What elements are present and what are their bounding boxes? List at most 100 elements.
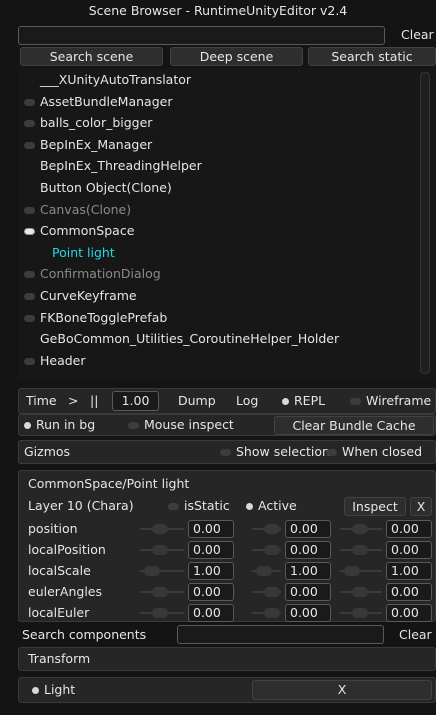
object-path: CommonSpace/Point light <box>28 476 190 491</box>
scene-object-item[interactable]: Point light <box>24 245 115 260</box>
run-in-bg-label: Run in bg <box>36 417 96 432</box>
search-clear-button[interactable]: Clear <box>401 27 434 42</box>
scene-object-item[interactable]: FKBoneTogglePrefab <box>24 310 167 325</box>
transform-value-field[interactable]: 0.00 <box>188 604 234 622</box>
object-active-toggle[interactable] <box>24 358 35 365</box>
transform-label-localEuler: localEuler <box>28 605 90 620</box>
search-scene-button[interactable]: Search scene <box>20 47 163 66</box>
scene-object-label: BepInEx_ThreadingHelper <box>40 158 202 173</box>
transform-slider[interactable] <box>340 524 382 534</box>
search-static-button[interactable]: Search static <box>308 47 436 66</box>
scene-object-item[interactable]: CurveKeyframe <box>24 288 137 303</box>
active-toggle[interactable]: Active <box>246 498 297 513</box>
scene-object-item[interactable]: balls_color_bigger <box>24 115 152 130</box>
window-title: Scene Browser - RuntimeUnityEditor v2.4 <box>88 3 348 18</box>
scene-object-item[interactable]: ConfirmationDialog <box>24 266 161 281</box>
scene-object-label: ___XUnityAutoTranslator <box>40 72 192 87</box>
transform-slider[interactable] <box>140 608 184 618</box>
when-closed-toggle[interactable]: When closed <box>326 444 422 459</box>
transform-value-field[interactable]: 0.00 <box>285 604 331 622</box>
scene-object-item[interactable]: BepInEx_Manager <box>24 137 152 152</box>
wireframe-toggle[interactable]: Wireframe <box>350 393 431 408</box>
object-active-toggle[interactable] <box>24 315 35 322</box>
is-static-label: isStatic <box>184 498 230 513</box>
log-button[interactable]: Log <box>236 393 258 408</box>
object-list-scrollbar[interactable] <box>420 72 430 374</box>
search-components-input[interactable] <box>177 625 384 644</box>
object-list[interactable]: ___XUnityAutoTranslator AssetBundleManage… <box>18 68 436 380</box>
object-active-toggle[interactable] <box>24 120 35 127</box>
scene-object-item[interactable]: Header <box>24 353 86 368</box>
show-selection-toggle[interactable]: Show selection <box>220 444 330 459</box>
transform-slider[interactable] <box>140 545 184 555</box>
transform-value-field[interactable]: 0.00 <box>188 541 234 559</box>
scene-object-label: Point light <box>52 245 115 260</box>
step-frame-button[interactable]: > <box>68 393 78 408</box>
transform-value-field[interactable]: 1.00 <box>386 562 432 580</box>
transform-slider[interactable] <box>252 608 281 618</box>
transform-slider[interactable] <box>340 545 382 555</box>
search-input[interactable] <box>18 26 385 45</box>
scene-object-item[interactable]: GeBoCommon_Utilities_CoroutineHelper_Hol… <box>24 331 339 346</box>
scene-object-item[interactable]: CommonSpace <box>24 223 134 238</box>
mouse-inspect-label: Mouse inspect <box>144 417 234 432</box>
object-active-toggle[interactable] <box>24 142 35 149</box>
time-scale-input[interactable]: 1.00 <box>112 391 159 411</box>
scene-object-label: balls_color_bigger <box>40 115 153 130</box>
clear-bundle-cache-button[interactable]: Clear Bundle Cache <box>274 416 434 435</box>
transform-slider[interactable] <box>340 566 382 576</box>
is-static-toggle[interactable]: isStatic <box>168 498 230 513</box>
transform-slider[interactable] <box>252 524 281 534</box>
transform-value-field[interactable]: 1.00 <box>188 562 234 580</box>
repl-toggle[interactable]: REPL <box>282 393 325 408</box>
transform-slider[interactable] <box>140 524 184 534</box>
scene-object-item[interactable]: AssetBundleManager <box>24 94 172 109</box>
scene-object-label: ConfirmationDialog <box>40 266 161 281</box>
object-active-toggle[interactable] <box>24 228 35 235</box>
mouse-inspect-toggle[interactable]: Mouse inspect <box>128 417 234 432</box>
transform-value-field[interactable]: 0.00 <box>285 583 331 601</box>
transform-value-field[interactable]: 1.00 <box>285 562 331 580</box>
transform-value-field[interactable]: 0.00 <box>285 520 331 538</box>
mouse-inspect-toggle-icon <box>128 422 139 429</box>
scene-object-item[interactable]: ___XUnityAutoTranslator <box>24 72 191 87</box>
remove-light-button[interactable]: X <box>252 680 432 700</box>
pause-button[interactable]: || <box>90 393 98 408</box>
component-light-toggle[interactable]: Light <box>32 682 75 697</box>
object-active-toggle[interactable] <box>24 99 35 106</box>
dump-button[interactable]: Dump <box>178 393 216 408</box>
transform-value-field[interactable]: 0.00 <box>188 520 234 538</box>
transform-label-eulerAngles: eulerAngles <box>28 584 102 599</box>
transform-value-field[interactable]: 0.00 <box>386 604 432 622</box>
transform-slider[interactable] <box>340 587 382 597</box>
scene-object-item[interactable]: Button Object(Clone) <box>24 180 172 195</box>
transform-slider[interactable] <box>340 608 382 618</box>
transform-slider[interactable] <box>252 545 281 555</box>
search-components-clear-button[interactable]: Clear <box>399 627 432 642</box>
transform-slider[interactable] <box>252 587 281 597</box>
transform-value-field[interactable]: 0.00 <box>386 541 432 559</box>
transform-value-field[interactable]: 0.00 <box>386 583 432 601</box>
active-toggle-icon <box>246 503 253 510</box>
transform-slider[interactable] <box>252 566 281 576</box>
transform-value-field[interactable]: 0.00 <box>285 541 331 559</box>
object-active-toggle[interactable] <box>24 271 35 278</box>
transform-value-field[interactable]: 0.00 <box>188 583 234 601</box>
deep-scene-button[interactable]: Deep scene <box>170 47 303 66</box>
run-in-bg-toggle[interactable]: Run in bg <box>24 417 95 432</box>
transform-slider[interactable] <box>140 587 184 597</box>
scene-object-item[interactable]: BepInEx_ThreadingHelper <box>24 158 202 173</box>
run-in-bg-toggle-icon <box>24 422 31 429</box>
object-active-toggle[interactable] <box>24 293 35 300</box>
scene-object-label: Canvas(Clone) <box>40 202 132 217</box>
scene-object-label: CurveKeyframe <box>40 288 137 303</box>
scene-object-item[interactable]: Canvas(Clone) <box>24 202 131 217</box>
inspect-button[interactable]: Inspect <box>344 497 406 516</box>
object-active-toggle[interactable] <box>24 207 35 214</box>
show-selection-label: Show selection <box>236 444 330 459</box>
close-inspector-button[interactable]: X <box>410 497 432 516</box>
transform-slider[interactable] <box>140 566 184 576</box>
time-label: Time <box>26 393 57 408</box>
transform-value-field[interactable]: 0.00 <box>386 520 432 538</box>
scene-object-label: Button Object(Clone) <box>40 180 172 195</box>
